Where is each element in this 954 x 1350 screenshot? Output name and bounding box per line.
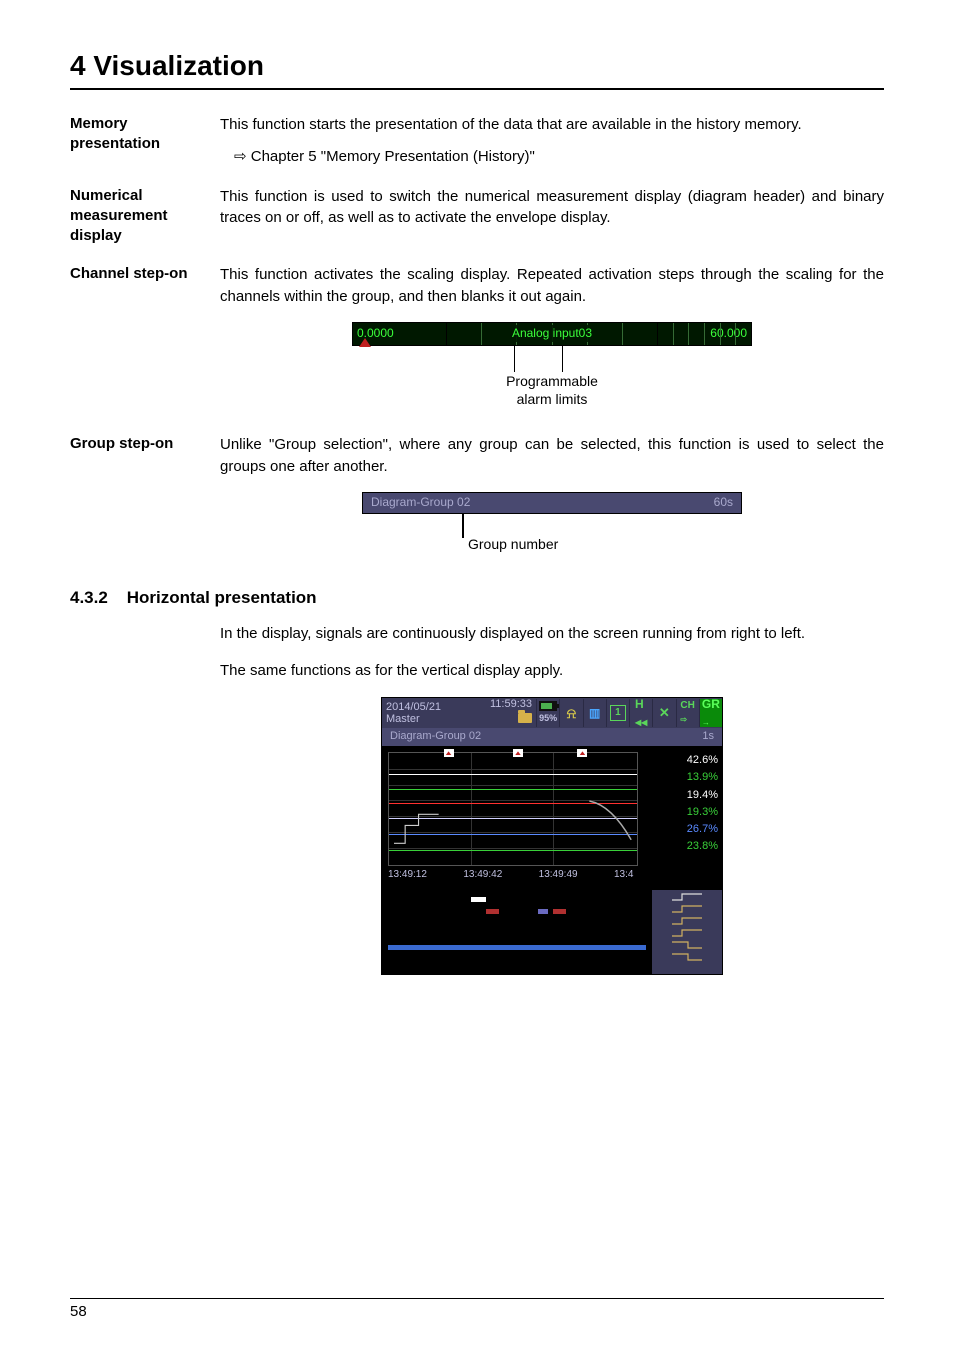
footer-rule xyxy=(70,1298,884,1299)
legend-item: 42.6% xyxy=(648,752,718,769)
group-text: Unlike "Group selection", where any grou… xyxy=(220,436,884,475)
arrow-icon: ⇨ xyxy=(234,148,251,165)
scale-mid-label: Analog input03 xyxy=(506,325,598,342)
subsection-number: 4.3.2 xyxy=(70,588,108,607)
sidehead-group: Group step-on xyxy=(70,434,220,558)
shot-time: 11:59:33 xyxy=(490,698,532,710)
chart-curve xyxy=(582,798,642,843)
binary-legend xyxy=(652,890,722,974)
chart-marker-icon xyxy=(577,749,587,757)
scale-figure: 0.0000 Analog input03 60.000 xyxy=(352,322,752,408)
xtick: 13:49:12 xyxy=(388,868,463,884)
scale-caption-1: Programmable xyxy=(506,373,598,389)
shot-sub-left: Diagram-Group 02 xyxy=(390,729,481,745)
numerical-text: This function is used to switch the nume… xyxy=(220,186,884,247)
memory-text: This function starts the presentation of… xyxy=(220,116,802,133)
page-number: 58 xyxy=(70,1303,87,1320)
screenshot: 2014/05/21 Master 11:59:33 95% ⍾ ▥ xyxy=(381,697,723,975)
xtick: 13:49:42 xyxy=(463,868,538,884)
alarm-bell-icon[interactable]: ⍾ xyxy=(559,699,582,727)
subsection-title: Horizontal presentation xyxy=(127,588,317,607)
page-one-icon[interactable]: 1 xyxy=(606,699,629,727)
gr-step-icon[interactable]: GR→ xyxy=(699,699,722,727)
shot-date: 2014/05/21 xyxy=(386,701,441,713)
ch-step-icon[interactable]: CH⇨ xyxy=(676,699,699,727)
subsection-p1: In the display, signals are continuously… xyxy=(220,623,884,645)
shot-sub-right: 1s xyxy=(702,729,714,745)
group-figure: Diagram-Group 02 60s Group number xyxy=(362,492,742,554)
wrench-icon[interactable]: ✕ xyxy=(652,699,675,727)
folder-icon xyxy=(518,713,532,723)
sidehead-channel: Channel step-on xyxy=(70,264,220,416)
shot-mode: Master xyxy=(386,713,420,725)
legend-item: 19.3% xyxy=(648,804,718,821)
legend-item: 23.8% xyxy=(648,838,718,855)
title-rule xyxy=(70,88,884,90)
chapter-title: 4 Visualization xyxy=(70,50,884,82)
history-icon[interactable]: ▥ xyxy=(583,699,606,727)
memory-link: Chapter 5 "Memory Presentation (History)… xyxy=(251,148,535,165)
battery-icon[interactable]: 95% xyxy=(536,699,559,727)
chart-area: 13:49:12 13:49:42 13:49:49 13:4 xyxy=(382,746,644,890)
legend-item: 19.4% xyxy=(648,787,718,804)
sidehead-numerical: Numerical measurement display xyxy=(70,186,220,247)
binary-traces xyxy=(382,890,652,974)
channel-text: This function activates the scaling disp… xyxy=(220,266,884,305)
group-bar-left: Diagram-Group 02 xyxy=(371,494,470,511)
h-rewind-icon[interactable]: H◀◀ xyxy=(629,699,652,727)
xtick: 13:4 xyxy=(614,868,638,884)
legend: 42.6% 13.9% 19.4% 19.3% 26.7% 23.8% xyxy=(644,746,722,890)
sidehead-memory: Memory presentation xyxy=(70,114,220,168)
chart-marker-icon xyxy=(513,749,523,757)
xtick: 13:49:49 xyxy=(539,868,614,884)
chart-marker-icon xyxy=(444,749,454,757)
scale-caption-2: alarm limits xyxy=(517,391,588,407)
legend-item: 13.9% xyxy=(648,769,718,786)
chart-step xyxy=(394,812,439,846)
legend-item: 26.7% xyxy=(648,821,718,838)
group-bar-right: 60s xyxy=(714,494,733,511)
subsection-p2: The same functions as for the vertical d… xyxy=(220,660,884,682)
